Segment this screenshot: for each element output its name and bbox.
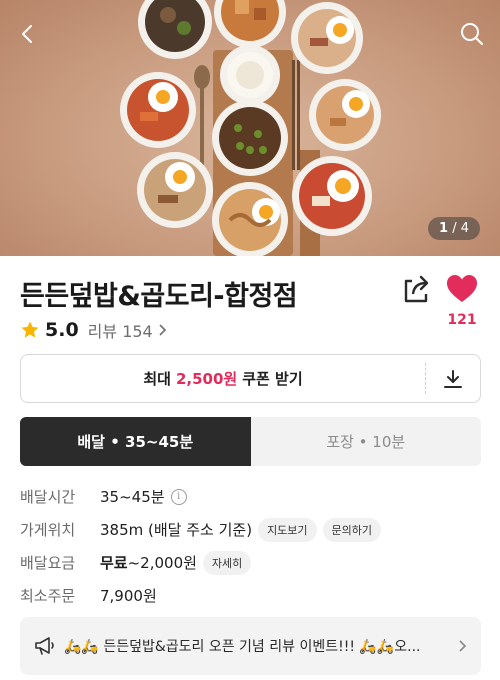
order-type-tabs: 배달 • 35~45분 포장 • 10분 — [20, 417, 481, 466]
coupon-suffix: 쿠폰 받기 — [242, 370, 303, 388]
bowl — [120, 72, 196, 148]
chopstick — [292, 60, 295, 170]
coupon-download-button[interactable] — [426, 355, 480, 402]
store-header: 든든덮밥&곱도리-합정점 121 — [20, 271, 480, 328]
info-value: 무료~2,000원 — [100, 552, 197, 573]
spoon-handle — [200, 86, 204, 168]
info-label: 가게위치 — [20, 521, 76, 539]
notice-banner[interactable]: 🛵🛵 든든덮밥&곱도리 오픈 기념 리뷰 이벤트!!! 🛵🛵오... — [20, 617, 481, 675]
info-label: 배달요금 — [20, 554, 76, 572]
bowl — [137, 152, 213, 228]
like-count: 121 — [447, 312, 477, 328]
info-location: 가게위치 385m (배달 주소 기준) 지도보기 문의하기 — [20, 513, 481, 546]
search-button[interactable] — [452, 14, 492, 54]
bowl — [220, 45, 280, 105]
spoon — [194, 65, 210, 89]
info-value: 35~45분 — [100, 488, 165, 506]
info-delivery-time: 배달시간 35~45분 i — [20, 480, 481, 513]
star-icon — [21, 321, 39, 338]
bowl — [214, 0, 286, 48]
coupon-button[interactable]: 최대 2,500원 쿠폰 받기 — [21, 355, 425, 402]
bowl — [212, 100, 288, 176]
download-icon — [444, 369, 462, 388]
info-delivery-fee: 배달요금 무료~2,000원 자세히 — [20, 546, 481, 579]
coupon-amount: 2,500원 — [175, 370, 238, 388]
heart-icon — [447, 275, 477, 302]
info-min-order: 최소주문 7,900원 — [20, 579, 481, 612]
bowl — [138, 0, 212, 59]
pager-current: 1 — [439, 221, 449, 236]
chevron-right-icon — [459, 640, 467, 652]
inquiry-button[interactable]: 문의하기 — [322, 517, 382, 542]
fee-detail-button[interactable]: 자세히 — [202, 550, 252, 575]
share-button[interactable] — [398, 272, 434, 308]
fee-free: 무료 — [100, 554, 128, 572]
map-button[interactable]: 지도보기 — [258, 517, 317, 542]
fee-max: ~2,000원 — [127, 554, 197, 572]
bowl — [292, 156, 372, 236]
info-label: 배달시간 — [20, 488, 76, 506]
back-button[interactable] — [8, 14, 48, 54]
reviews-link[interactable]: 리뷰 154 — [88, 318, 153, 342]
chevron-left-icon — [22, 25, 32, 43]
info-value: 385m (배달 주소 기준) — [100, 521, 253, 539]
info-value: 7,900원 — [100, 587, 157, 605]
rating-row: 5.0 리뷰 154 — [20, 318, 167, 342]
chopstick — [297, 60, 300, 170]
bowl — [212, 182, 288, 256]
search-icon — [461, 23, 483, 45]
share-icon — [404, 275, 429, 303]
info-label: 최소주문 — [20, 587, 76, 605]
megaphone-icon — [35, 637, 54, 655]
chevron-right-icon — [159, 324, 166, 336]
image-pager: 1 / 4 — [428, 217, 480, 240]
store-info: 배달시간 35~45분 i 가게위치 385m (배달 주소 기준) 지도보기 … — [20, 480, 481, 612]
bowl — [291, 2, 363, 74]
hero-image[interactable]: 1 / 4 — [0, 0, 500, 256]
favorite-button[interactable] — [444, 271, 480, 307]
notice-text: 🛵🛵 든든덮밥&곱도리 오픈 기념 리뷰 이벤트!!! 🛵🛵오... — [64, 639, 421, 655]
food-photo — [120, 0, 381, 256]
rating-score: 5.0 — [45, 319, 79, 341]
coupon-banner: 최대 2,500원 쿠폰 받기 — [20, 354, 481, 403]
pager-total: / 4 — [452, 221, 469, 236]
tab-pickup[interactable]: 포장 • 10분 — [251, 417, 482, 466]
coupon-prefix: 최대 — [143, 370, 171, 388]
tab-delivery[interactable]: 배달 • 35~45분 — [20, 417, 251, 466]
bowl — [309, 79, 381, 151]
info-icon[interactable]: i — [170, 488, 187, 505]
